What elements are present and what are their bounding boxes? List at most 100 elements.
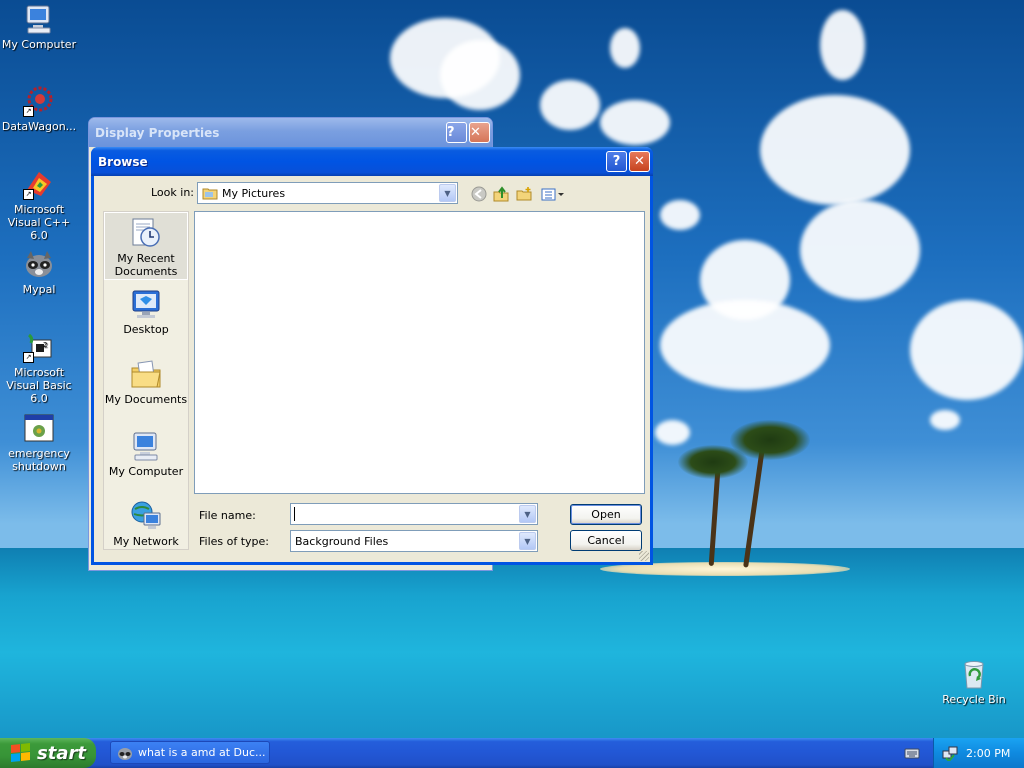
place-my-computer[interactable]: My Computer	[104, 426, 188, 488]
taskbar: start what is a amd at Duc... 2:00 PM	[0, 738, 1024, 768]
cloud	[760, 95, 910, 205]
system-tray: 2:00 PM	[933, 738, 1024, 768]
chevron-down-icon[interactable]: ▼	[439, 184, 456, 202]
cloud	[440, 40, 520, 110]
cancel-button-label: Cancel	[587, 534, 625, 547]
keyboard-icon[interactable]	[904, 746, 920, 760]
desktop-icon-label: emergency shutdown	[8, 447, 70, 473]
file-list-view[interactable]	[194, 211, 645, 494]
desktop-icon-label: Mypal	[22, 283, 56, 296]
taskbar-button-browser[interactable]: what is a amd at Duc...	[110, 741, 270, 764]
cancel-button[interactable]: Cancel	[570, 530, 642, 551]
desktop-icon-emergency-shutdown[interactable]: emergency shutdown	[0, 412, 79, 473]
desktop-icon-visual-cpp[interactable]: ↗ Microsoft Visual C++ 6.0	[0, 168, 79, 242]
place-label: My Computer	[108, 465, 184, 478]
cloud	[660, 200, 700, 230]
new-folder-icon	[516, 187, 532, 201]
cloud	[610, 28, 640, 68]
clock[interactable]: 2:00 PM	[966, 747, 1010, 760]
files-of-type-dropdown[interactable]: Background Files ▼	[290, 530, 538, 552]
cloud	[930, 410, 960, 430]
text-cursor	[294, 507, 295, 521]
views-menu-button[interactable]	[540, 185, 566, 203]
help-button[interactable]: ?	[446, 122, 467, 143]
dialog-title: Browse	[98, 154, 148, 169]
window-title: Display Properties	[95, 125, 220, 140]
recent-documents-icon	[130, 217, 162, 249]
close-icon: ✕	[634, 154, 645, 169]
desktop-icon-my-computer[interactable]: My Computer	[0, 3, 79, 51]
back-arrow-icon	[471, 186, 487, 202]
open-button-label: Open	[591, 508, 621, 521]
datawagon-icon: ↗	[23, 85, 55, 117]
place-my-recent-documents[interactable]: My Recent Documents	[104, 212, 188, 280]
my-network-icon	[130, 500, 162, 532]
desktop-icon-label: DataWagon...	[1, 120, 77, 133]
place-label: My Recent Documents	[114, 252, 178, 278]
cloud	[655, 420, 690, 445]
help-button[interactable]: ?	[606, 151, 627, 172]
look-in-dropdown[interactable]: My Pictures ▼	[197, 182, 458, 204]
cloud	[540, 80, 600, 130]
my-documents-icon	[130, 358, 162, 390]
display-properties-titlebar[interactable]: Display Properties ? ✕	[89, 118, 492, 147]
files-of-type-label: Files of type:	[199, 535, 270, 548]
place-label: My Network	[113, 535, 179, 548]
resize-grip[interactable]	[639, 551, 649, 561]
visual-cpp-icon: ↗	[23, 168, 55, 200]
chevron-down-icon[interactable]: ▼	[519, 532, 536, 550]
place-desktop[interactable]: Desktop	[104, 284, 188, 344]
desktop-icon-label: Recycle Bin	[942, 693, 1006, 706]
cloud	[800, 200, 920, 300]
file-name-input[interactable]: ▼	[290, 503, 538, 525]
cloud	[910, 300, 1024, 400]
desktop-icon	[130, 288, 162, 320]
close-button[interactable]: ✕	[629, 151, 650, 172]
place-label: Desktop	[123, 323, 169, 336]
cloud	[600, 100, 670, 145]
browse-titlebar[interactable]: Browse ? ✕	[91, 147, 653, 176]
cloud	[660, 300, 830, 390]
view-menu-icon	[541, 188, 564, 201]
places-bar: My Recent Documents Desktop My Documents…	[103, 211, 189, 550]
place-label: My Documents	[104, 393, 188, 406]
desktop-icon-label: Microsoft Visual C++ 6.0	[7, 203, 71, 242]
my-computer-icon	[23, 3, 55, 35]
place-my-network[interactable]: My Network	[104, 496, 188, 549]
network-status-icon[interactable]	[942, 745, 958, 763]
files-of-type-value: Background Files	[295, 534, 389, 548]
cloud	[820, 10, 865, 80]
recycle-bin-icon	[958, 658, 990, 690]
place-my-documents[interactable]: My Documents	[104, 354, 188, 418]
desktop-icon-datawagon[interactable]: ↗ DataWagon...	[0, 85, 79, 133]
help-icon: ?	[447, 125, 455, 140]
program-window-icon	[23, 412, 55, 444]
raccoon-icon	[117, 745, 133, 761]
desktop-icon-label: My Computer	[1, 38, 77, 51]
look-in-value: My Pictures	[222, 186, 286, 200]
back-button[interactable]	[470, 185, 488, 203]
desktop-icon-recycle-bin[interactable]: Recycle Bin	[934, 658, 1014, 706]
sea	[0, 548, 1024, 738]
chevron-down-icon[interactable]: ▼	[519, 505, 536, 523]
visual-basic-icon: 2 ↗	[23, 331, 55, 363]
palm-leaves	[730, 420, 810, 460]
desktop-icon-mypal[interactable]: Mypal	[0, 248, 79, 296]
look-in-label: Look in:	[151, 186, 194, 199]
raccoon-icon	[23, 248, 55, 280]
new-folder-button[interactable]	[515, 185, 533, 203]
desktop-icon-visual-basic[interactable]: 2 ↗ Microsoft Visual Basic 6.0	[0, 331, 79, 405]
shortcut-arrow-icon: ↗	[23, 352, 34, 363]
up-folder-button[interactable]	[492, 185, 510, 203]
close-icon: ✕	[470, 125, 481, 140]
desktop-icon-label: Microsoft Visual Basic 6.0	[6, 366, 72, 405]
file-name-label: File name:	[199, 509, 256, 522]
up-folder-icon	[493, 186, 509, 202]
open-button[interactable]: Open	[570, 504, 642, 525]
start-button[interactable]: start	[0, 738, 96, 768]
close-button[interactable]: ✕	[469, 122, 490, 143]
folder-icon	[202, 186, 218, 200]
my-computer-icon	[130, 430, 162, 462]
start-label: start	[37, 742, 86, 764]
help-icon: ?	[612, 154, 621, 169]
